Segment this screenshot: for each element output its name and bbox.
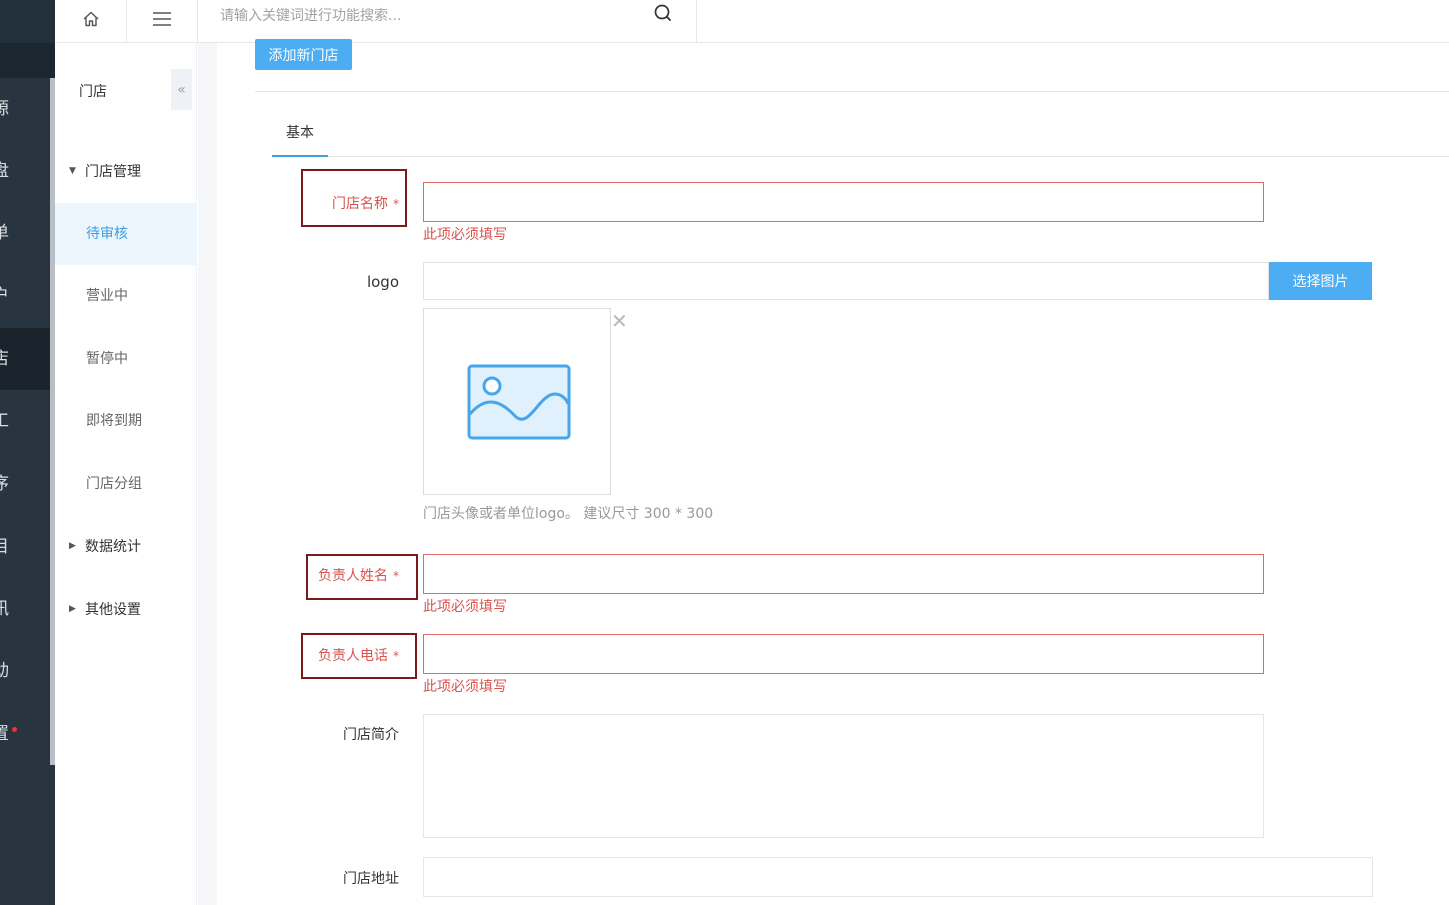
form-tabs: 基本	[272, 112, 1449, 157]
contact-phone-input[interactable]	[423, 634, 1264, 674]
subnav-item-pending-review[interactable]: 待审核	[55, 203, 197, 265]
caret-right-icon: ▶	[69, 541, 76, 551]
collapse-subnav-button[interactable]: «	[171, 69, 192, 110]
contact-name-label: 负责人姓名 *	[318, 568, 399, 584]
divider	[255, 91, 1449, 92]
rail-item-9[interactable]: 讯	[0, 594, 42, 624]
subnav-item-open[interactable]: 营业中	[55, 265, 197, 327]
contact-phone-label: 负责人电话 *	[318, 648, 399, 664]
select-image-button[interactable]: 选择图片	[1269, 262, 1372, 300]
function-search	[198, 0, 697, 42]
subnav-item-paused[interactable]: 暂停中	[55, 328, 197, 390]
group-label: 门店管理	[85, 164, 141, 180]
rail-item-2[interactable]: 盘	[0, 156, 42, 186]
main-nav-rail: 源 盘 单 户 店 工 序 目 讯 动 置	[0, 0, 55, 905]
top-bar	[55, 0, 1449, 43]
subnav-item-expiring[interactable]: 即将到期	[55, 390, 197, 452]
double-chevron-left-icon: «	[177, 81, 186, 98]
rail-item-1[interactable]: 源	[0, 94, 42, 124]
logo-preview[interactable]	[423, 308, 611, 495]
remove-image-icon[interactable]: ✕	[611, 309, 628, 333]
image-placeholder-icon	[467, 364, 571, 444]
intro-textarea[interactable]	[423, 714, 1264, 838]
subnav-group-store-management[interactable]: ▼ 门店管理	[55, 151, 197, 191]
menu-icon	[152, 11, 172, 31]
home-button[interactable]	[55, 0, 127, 42]
caret-right-icon: ▶	[69, 604, 76, 614]
rail-item-7[interactable]: 序	[0, 469, 42, 499]
caret-down-icon: ▼	[69, 166, 76, 176]
search-icon[interactable]	[653, 3, 673, 27]
rail-item-11[interactable]: 置	[0, 719, 42, 749]
contact-name-error: 此项必须填写	[423, 599, 507, 615]
menu-toggle-button[interactable]	[127, 0, 198, 42]
subnav-title: 门店	[79, 84, 107, 100]
group-label: 其他设置	[85, 602, 141, 618]
store-subnav: 门店 « ▼ 门店管理 待审核 营业中 暂停中 即将到期 门店分组 ▶ 数据统计…	[55, 43, 197, 905]
main-content: 添加新门店 基本 门店名称 * 此项必须填写 logo 选择图片 ✕ 门店头像或者…	[217, 39, 1449, 905]
logo-label: logo	[366, 273, 399, 291]
store-name-label: 门店名称 *	[332, 196, 399, 212]
rail-logo-area	[0, 0, 55, 43]
contact-phone-error: 此项必须填写	[423, 679, 507, 695]
search-input[interactable]	[220, 4, 640, 28]
rail-band	[0, 43, 55, 78]
subnav-item-store-groups[interactable]: 门店分组	[55, 453, 197, 515]
subnav-group-other-settings[interactable]: ▶ 其他设置	[55, 589, 197, 629]
logo-hint: 门店头像或者单位logo。 建议尺寸 300 * 300	[423, 506, 714, 522]
rail-item-5[interactable]: 店	[0, 344, 42, 374]
group-label: 数据统计	[85, 539, 141, 555]
rail-item-10[interactable]: 动	[0, 656, 42, 686]
address-label: 门店地址	[343, 871, 399, 887]
rail-item-8[interactable]: 目	[0, 532, 42, 562]
subnav-group-statistics[interactable]: ▶ 数据统计	[55, 526, 197, 566]
tab-basic[interactable]: 基本	[272, 112, 328, 157]
store-name-error: 此项必须填写	[423, 227, 507, 243]
contact-name-input[interactable]	[423, 554, 1264, 594]
home-icon	[82, 10, 100, 32]
rail-item-3[interactable]: 单	[0, 218, 42, 248]
rail-item-4[interactable]: 户	[0, 281, 42, 311]
intro-label: 门店简介	[343, 727, 399, 743]
add-store-button[interactable]: 添加新门店	[255, 39, 352, 70]
logo-path-input[interactable]	[423, 262, 1269, 300]
rail-item-6[interactable]: 工	[0, 406, 42, 436]
store-name-input[interactable]	[423, 182, 1264, 222]
content-gutter	[198, 43, 217, 905]
notification-dot	[12, 727, 17, 732]
address-input[interactable]	[423, 857, 1373, 897]
